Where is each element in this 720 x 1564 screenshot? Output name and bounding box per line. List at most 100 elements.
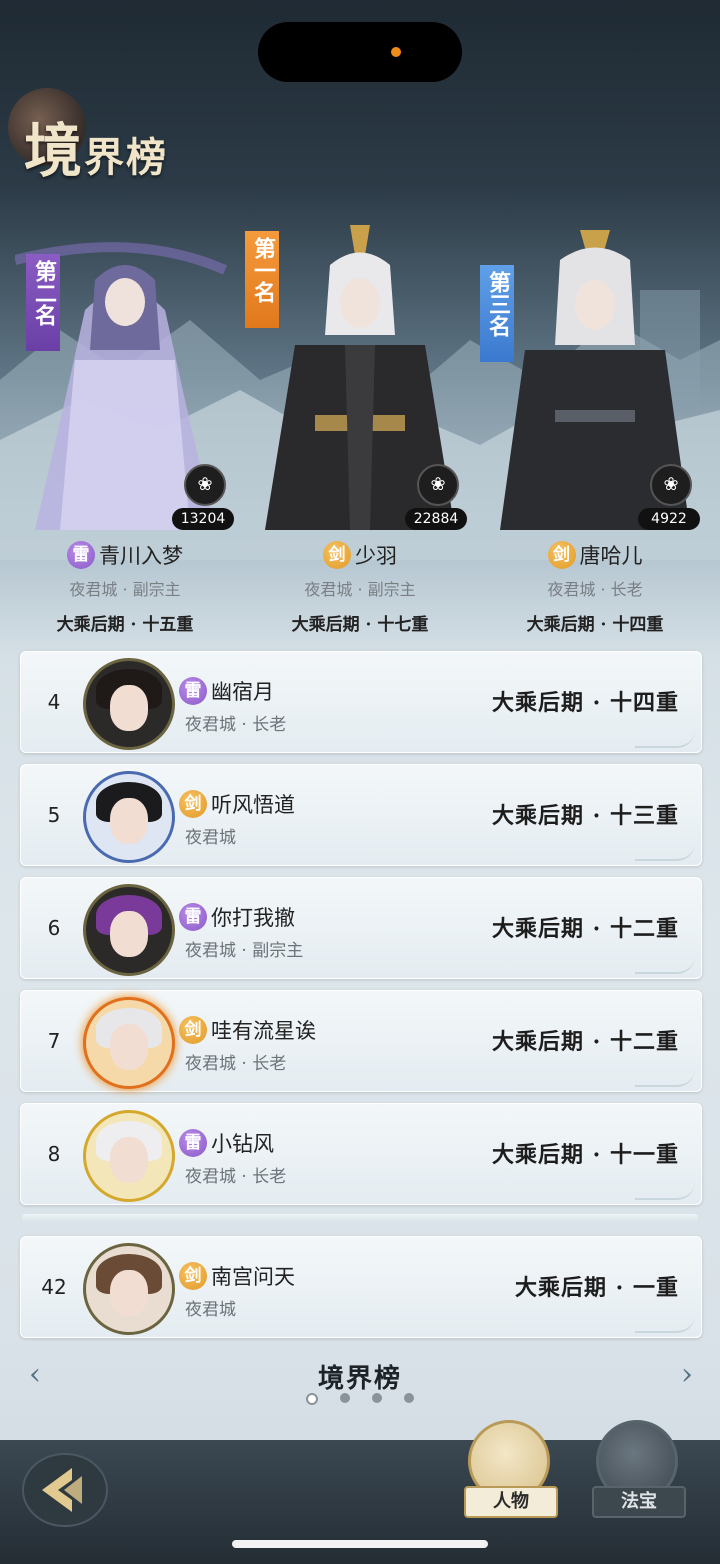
power-badge-third: ❀ 4922 [638, 464, 700, 530]
tab-characters-label: 人物 [464, 1486, 558, 1518]
ranking-row[interactable]: 4 雷幽宿月 夜君城 · 长老 大乘后期 · 十四重 [20, 651, 702, 753]
power-icon: ❀ [417, 464, 459, 506]
wave-decoration [635, 1069, 695, 1087]
wave-decoration [635, 843, 695, 861]
element-jian-icon: 剑 [547, 541, 576, 569]
player-sect: 夜君城 · 长老 [185, 1054, 287, 1074]
wave-decoration [635, 956, 695, 974]
avatar[interactable] [83, 1243, 175, 1335]
wave-decoration [635, 730, 695, 748]
player-name: 听风悟道 [211, 793, 295, 817]
self-ranking-row[interactable]: 42 剑南宫问天 夜君城 大乘后期 · 一重 [20, 1236, 702, 1338]
avatar[interactable] [83, 771, 175, 863]
player-name: 南宫问天 [211, 1265, 295, 1289]
player-name: 小钻风 [211, 1132, 274, 1156]
element-lei-icon: 雷 [67, 541, 95, 569]
page-title: 境界榜 [24, 104, 168, 188]
home-indicator[interactable] [232, 1540, 488, 1548]
page-dot[interactable] [372, 1393, 382, 1403]
element-jian-icon: 剑 [179, 1262, 207, 1290]
camera-notch [258, 22, 462, 82]
top-info-third[interactable]: 剑唐哈儿 夜君城 · 长老 大乘后期 · 十四重 [480, 540, 710, 635]
player-sect: 夜君城 · 副宗主 [304, 580, 416, 599]
player-realm: 大乘后期 · 十二重 [492, 1029, 679, 1055]
player-sect: 夜君城 · 长老 [185, 1167, 287, 1187]
player-name: 唐哈儿 [579, 544, 643, 568]
rank-number: 4 [47, 690, 61, 714]
player-sect: 夜君城 [185, 1300, 236, 1320]
player-realm: 大乘后期 · 十四重 [526, 615, 664, 635]
player-realm: 大乘后期 · 十五重 [56, 615, 194, 635]
element-jian-icon: 剑 [179, 1016, 207, 1044]
podium-third[interactable]: 第三名 ❀ 4922 [480, 215, 710, 530]
player-realm: 大乘后期 · 一重 [515, 1275, 679, 1301]
player-sect: 夜君城 [185, 828, 236, 848]
player-realm: 大乘后期 · 十一重 [492, 1142, 679, 1168]
podium-first[interactable]: 第一名 ❀ 22884 [245, 215, 475, 530]
avatar[interactable] [83, 884, 175, 976]
pager-title: 境界榜 [317, 1364, 402, 1394]
wave-decoration [635, 1182, 695, 1200]
ranking-row[interactable]: 6 雷你打我撤 夜君城 · 副宗主 大乘后期 · 十二重 [20, 877, 702, 979]
player-sect: 夜君城 · 长老 [547, 580, 643, 599]
player-name: 幽宿月 [211, 680, 274, 704]
ribbon-first: 第一名 [245, 231, 279, 328]
indicator-dot [391, 47, 401, 57]
list-separator [22, 1214, 698, 1222]
rank-number: 6 [47, 916, 61, 940]
ribbon-first-text: 第一名 [250, 237, 276, 303]
page-dots [306, 1393, 414, 1405]
next-arrow-icon[interactable]: › [672, 1358, 702, 1392]
rank-number: 42 [41, 1275, 67, 1299]
top-info-second[interactable]: 雷青川入梦 夜君城 · 副宗主 大乘后期 · 十五重 [10, 540, 240, 635]
player-sect: 夜君城 · 副宗主 [69, 580, 181, 599]
avatar[interactable] [83, 658, 175, 750]
ranking-row[interactable]: 7 剑哇有流星诶 夜君城 · 长老 大乘后期 · 十二重 [20, 990, 702, 1092]
ribbon-second-text: 第二名 [31, 260, 57, 326]
power-value: 22884 [405, 508, 467, 530]
page-title-first: 境 [24, 117, 85, 185]
power-icon: ❀ [184, 464, 226, 506]
ribbon-third-text: 第三名 [485, 271, 511, 337]
player-name: 你打我撤 [211, 906, 295, 930]
power-badge-second: ❀ 13204 [172, 464, 234, 530]
player-realm: 大乘后期 · 十七重 [291, 615, 429, 635]
power-value: 13204 [172, 508, 234, 530]
rank-number: 7 [47, 1029, 61, 1053]
rank-number: 5 [47, 803, 61, 827]
element-lei-icon: 雷 [179, 903, 207, 931]
page-dot[interactable] [404, 1393, 414, 1403]
power-badge-first: ❀ 22884 [405, 464, 467, 530]
tab-treasures[interactable]: 法宝 [592, 1420, 686, 1518]
back-arrow-icon[interactable] [20, 1450, 110, 1530]
tab-treasures-label: 法宝 [592, 1486, 686, 1518]
player-sect: 夜君城 · 长老 [185, 715, 287, 735]
tab-characters[interactable]: 人物 [464, 1420, 558, 1518]
avatar[interactable] [83, 997, 175, 1089]
player-realm: 大乘后期 · 十二重 [492, 916, 679, 942]
ribbon-third: 第三名 [480, 265, 514, 362]
player-name: 少羽 [355, 544, 397, 568]
element-lei-icon: 雷 [179, 1129, 207, 1157]
element-jian-icon: 剑 [179, 790, 207, 818]
avatar[interactable] [83, 1110, 175, 1202]
power-value: 4922 [638, 508, 700, 530]
wave-decoration [635, 1315, 695, 1333]
player-name: 哇有流星诶 [211, 1019, 316, 1043]
page-title-rest: 界榜 [84, 134, 169, 181]
rank-number: 8 [47, 1142, 61, 1166]
ribbon-second: 第二名 [26, 254, 60, 351]
page-dot[interactable] [340, 1393, 350, 1403]
player-realm: 大乘后期 · 十三重 [492, 803, 679, 829]
page-dot-active[interactable] [306, 1393, 318, 1405]
player-sect: 夜君城 · 副宗主 [185, 941, 304, 961]
top-info-first[interactable]: 剑少羽 夜君城 · 副宗主 大乘后期 · 十七重 [245, 540, 475, 635]
element-jian-icon: 剑 [323, 541, 351, 569]
ranking-row[interactable]: 8 雷小钻风 夜君城 · 长老 大乘后期 · 十一重 [20, 1103, 702, 1205]
ranking-row[interactable]: 5 剑听风悟道 夜君城 大乘后期 · 十三重 [20, 764, 702, 866]
podium-second[interactable]: 第二名 ❀ 13204 [10, 200, 240, 530]
player-name: 青川入梦 [99, 544, 183, 568]
power-icon: ❀ [650, 464, 692, 506]
player-realm: 大乘后期 · 十四重 [492, 690, 679, 716]
element-lei-icon: 雷 [179, 677, 207, 705]
